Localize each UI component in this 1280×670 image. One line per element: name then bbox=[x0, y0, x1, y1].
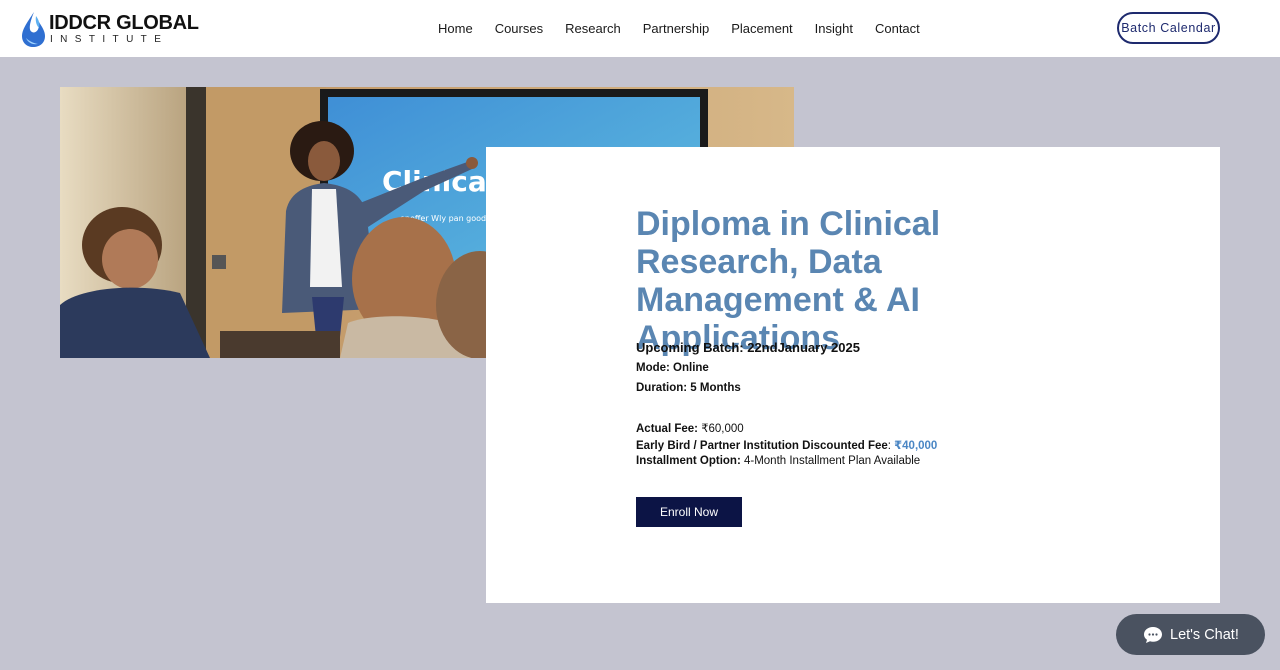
site-header: IDDCR GLOBAL INSTITUTE Home Courses Rese… bbox=[0, 0, 1280, 57]
course-card: Diploma in Clinical Research, Data Manag… bbox=[486, 147, 1220, 603]
batch-calendar-button[interactable]: Batch Calendar bbox=[1117, 12, 1220, 44]
nav-insight[interactable]: Insight bbox=[804, 21, 864, 36]
installment-value: 4-Month Installment Plan Available bbox=[740, 455, 921, 467]
logo-subtitle: INSTITUTE bbox=[50, 34, 169, 45]
upcoming-batch: Upcoming Batch: 22ndJanuary 2025 bbox=[636, 340, 860, 355]
logo[interactable]: IDDCR GLOBAL INSTITUTE bbox=[20, 10, 199, 48]
nav-partnership[interactable]: Partnership bbox=[632, 21, 720, 36]
enroll-now-button[interactable]: Enroll Now bbox=[636, 497, 742, 527]
discounted-fee: Early Bird / Partner Institution Discoun… bbox=[636, 438, 937, 452]
discount-value: ₹40,000 bbox=[894, 440, 938, 452]
nav-home[interactable]: Home bbox=[427, 21, 484, 36]
nav-research[interactable]: Research bbox=[554, 21, 632, 36]
main-nav: Home Courses Research Partnership Placem… bbox=[427, 0, 931, 57]
actual-fee: Actual Fee: ₹60,000 bbox=[636, 421, 744, 435]
chat-bubble-icon bbox=[1144, 626, 1162, 643]
nav-placement[interactable]: Placement bbox=[720, 21, 803, 36]
course-mode: Mode: Online bbox=[636, 362, 709, 374]
actual-fee-label: Actual Fee: bbox=[636, 423, 698, 435]
course-title: Diploma in Clinical Research, Data Manag… bbox=[636, 205, 941, 357]
nav-courses[interactable]: Courses bbox=[484, 21, 554, 36]
lets-chat-button[interactable]: Let's Chat! bbox=[1116, 614, 1265, 655]
course-duration: Duration: 5 Months bbox=[636, 382, 741, 394]
installment-option: Installment Option: 4-Month Installment … bbox=[636, 455, 920, 467]
chat-label: Let's Chat! bbox=[1170, 626, 1239, 643]
discount-label: Early Bird / Partner Institution Discoun… bbox=[636, 440, 888, 452]
nav-contact[interactable]: Contact bbox=[864, 21, 931, 36]
actual-fee-value: ₹60,000 bbox=[698, 423, 744, 435]
installment-label: Installment Option: bbox=[636, 455, 741, 467]
logo-title: IDDCR GLOBAL bbox=[49, 12, 199, 34]
logo-droplet-icon bbox=[22, 12, 45, 47]
